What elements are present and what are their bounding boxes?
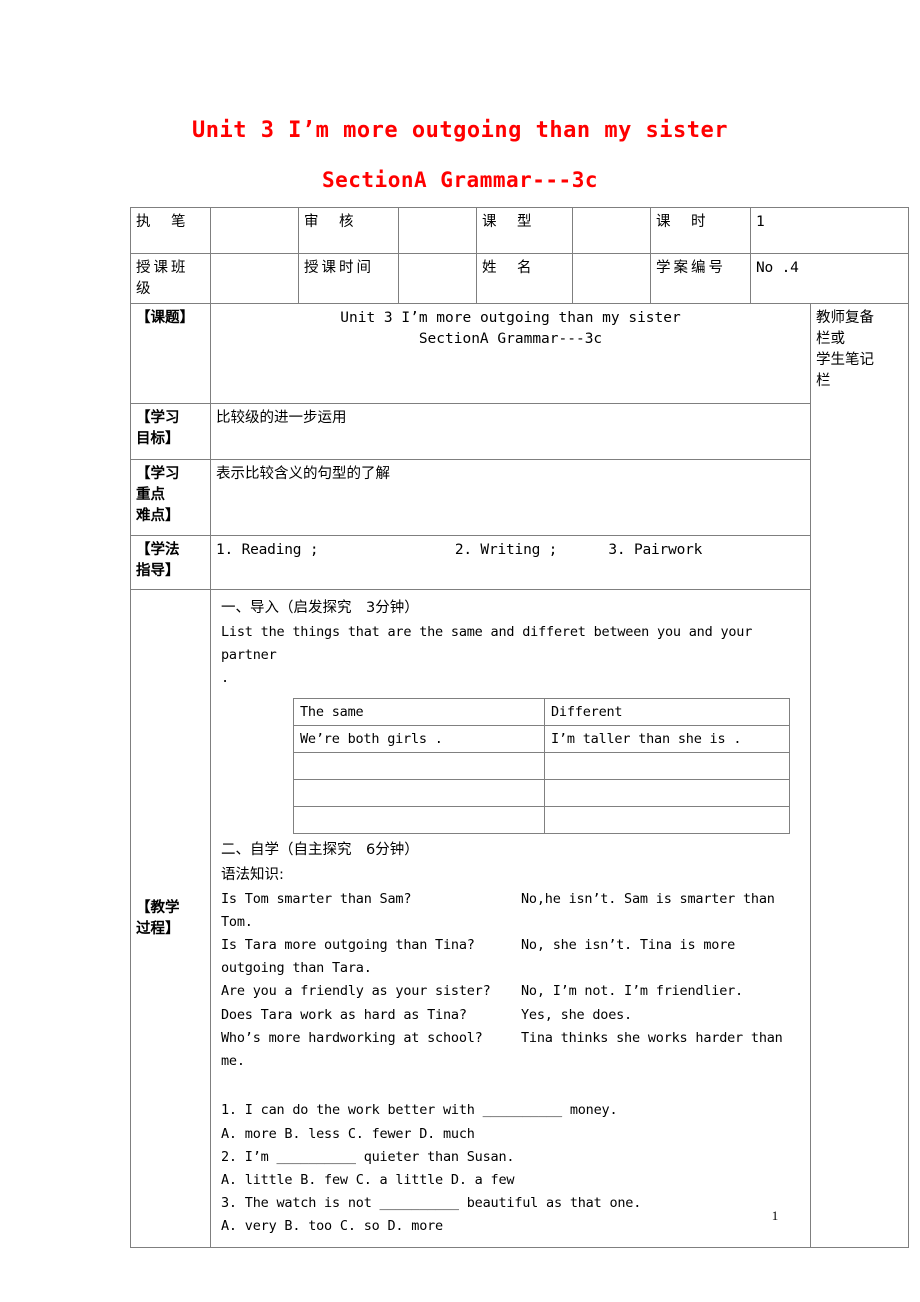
- page-number: 1: [0, 1208, 920, 1224]
- cell-teach-time-value[interactable]: [398, 252, 477, 305]
- cell-methods-content: 1. Reading ; 2. Writing ; 3. Pairwork: [210, 535, 811, 591]
- table-row: We’re both girls . I’m taller than she i…: [293, 725, 790, 754]
- qa-item: Is Tara more outgoing than Tina? No, she …: [221, 934, 802, 980]
- row-label-objective-l2: 目标】: [136, 431, 180, 448]
- section-heading-selfstudy: 二、自学（自主探究 6分钟）: [221, 842, 419, 859]
- table-row: The same Different: [293, 698, 790, 727]
- lesson-plan-table: 执 笔 审 核 课 型 课 时 1 授课班级 授课时间 姓 名 学案编号 No …: [130, 207, 909, 1248]
- inner-cell-same-2[interactable]: [293, 752, 545, 781]
- topic-line1: Unit 3 I’m more outgoing than my sister: [340, 310, 681, 327]
- cell-periods-value[interactable]: 1: [750, 207, 909, 254]
- section-intro-text: List the things that are the same and di…: [221, 623, 761, 663]
- inner-cell-different-3[interactable]: [544, 779, 790, 808]
- qa-item: Is Tom smarter than Sam? No,he isn’t. Sam…: [221, 888, 802, 934]
- inner-cell-same-4[interactable]: [293, 806, 545, 835]
- cell-class-label: 授课班级: [130, 252, 211, 305]
- document-page: Unit 3 I’m more outgoing than my sister …: [0, 0, 920, 1302]
- inner-cell-different-4[interactable]: [544, 806, 790, 835]
- section-intro-text-tail: .: [221, 670, 229, 687]
- cell-plan-number-label: 学案编号: [650, 252, 751, 305]
- table-row: 授课班级 授课时间 姓 名 学案编号 No .4: [130, 252, 909, 305]
- row-label-topic-l1: 【课题】: [136, 310, 194, 327]
- cell-review-value[interactable]: [398, 207, 477, 254]
- row-label-process: 【教学 过程】: [130, 589, 211, 1248]
- cell-class-value[interactable]: [210, 252, 299, 305]
- row-label-keypoints-l1: 【学习: [136, 466, 180, 483]
- same-different-table: The same Different We’re both girls . I’…: [293, 698, 790, 835]
- page-number-value: 1: [771, 1208, 779, 1223]
- exercise-1-stem: 1. I can do the work better with _______…: [221, 1102, 618, 1119]
- cell-student-name-label: 姓 名: [476, 252, 573, 305]
- cell-keypoints-content: 表示比较含义的句型的了解: [210, 459, 811, 537]
- qa-list: Is Tom smarter than Sam? No,he isn’t. Sam…: [221, 888, 802, 1074]
- cell-student-name-value[interactable]: [572, 252, 651, 305]
- inner-cell-different-1[interactable]: I’m taller than she is .: [544, 725, 790, 754]
- notes-column: 教师复备 栏或 学生笔记 栏: [810, 303, 909, 1248]
- table-row: [293, 806, 790, 835]
- row-label-process-l2: 过程】: [136, 920, 180, 937]
- row-label-objective-l1: 【学习: [136, 410, 180, 427]
- table-row-keypoints: 【学习 重点 难点】 表示比较含义的句型的了解: [130, 459, 909, 537]
- row-label-objective: 【学习 目标】: [130, 403, 211, 461]
- qa-question: Is Tara more outgoing than Tina?: [221, 937, 475, 954]
- table-row-methods: 【学法 指导】 1. Reading ; 2. Writing ; 3. Pai…: [130, 535, 909, 591]
- page-title-line1: Unit 3 I’m more outgoing than my sister: [191, 118, 729, 143]
- cell-author-value[interactable]: [210, 207, 299, 254]
- inner-cell-same-3[interactable]: [293, 779, 545, 808]
- cell-author-label: 执 笔: [130, 207, 211, 254]
- qa-answer: No, I’m not. I’m friendlier.: [521, 983, 743, 1000]
- row-label-topic: 【课题】: [130, 303, 211, 405]
- row-label-keypoints-l2: 重点: [136, 487, 165, 504]
- row-label-keypoints-l3: 难点】: [136, 508, 180, 525]
- cell-periods-label: 课 时: [650, 207, 751, 254]
- qa-item: Who’s more hardworking at school? Tina th…: [221, 1027, 802, 1073]
- table-row-objective: 【学习 目标】 比较级的进一步运用: [130, 403, 909, 461]
- cell-lesson-type-value[interactable]: [572, 207, 651, 254]
- row-label-methods: 【学法 指导】: [130, 535, 211, 591]
- row-label-methods-l2: 指导】: [136, 563, 180, 580]
- table-row: 执 笔 审 核 课 型 课 时 1: [130, 207, 909, 254]
- exercise-2-stem: 2. I’m __________ quieter than Susan.: [221, 1148, 515, 1165]
- notes-line-3: 学生笔记: [816, 352, 874, 369]
- cell-topic-content: Unit 3 I’m more outgoing than my sister …: [210, 303, 811, 405]
- table-row-topic: 【课题】 Unit 3 I’m more outgoing than my si…: [130, 303, 909, 1248]
- exercise-2-options[interactable]: A. little B. few C. a little D. a few: [221, 1169, 802, 1192]
- notes-line-2: 栏或: [816, 331, 845, 348]
- qa-answer: Yes, she does.: [521, 1006, 632, 1023]
- qa-question: Who’s more hardworking at school?: [221, 1029, 483, 1046]
- section-subheading-grammar: 语法知识:: [221, 866, 284, 883]
- inner-header-different: Different: [544, 698, 790, 727]
- cell-lesson-type-label: 课 型: [476, 207, 573, 254]
- cell-objective-content: 比较级的进一步运用: [210, 403, 811, 461]
- exercise-1-options[interactable]: A. more B. less C. fewer D. much: [221, 1123, 802, 1146]
- table-row: [293, 779, 790, 808]
- qa-item: Does Tara work as hard as Tina? Yes, she …: [221, 1004, 802, 1027]
- row-label-process-l1: 【教学: [136, 899, 180, 916]
- cell-process-content: 一、导入（启发探究 3分钟） List the things that are …: [210, 589, 811, 1248]
- topic-line2: SectionA Grammar---3c: [418, 331, 603, 348]
- notes-line-4: 栏: [816, 373, 831, 390]
- inner-header-same: The same: [293, 698, 545, 727]
- cell-review-label: 审 核: [298, 207, 399, 254]
- page-title-line2: SectionA Grammar---3c: [321, 168, 598, 192]
- cell-plan-number-value[interactable]: No .4: [750, 252, 909, 305]
- cell-teach-time-label: 授课时间: [298, 252, 399, 305]
- notes-line-1: 教师复备: [816, 310, 874, 327]
- qa-question: Is Tom smarter than Sam?: [221, 890, 412, 907]
- table-row-process: 【教学 过程】 一、导入（启发探究 3分钟） List the things t…: [130, 589, 909, 1248]
- inner-cell-same-1[interactable]: We’re both girls .: [293, 725, 545, 754]
- qa-question: Are you a friendly as your sister?: [221, 983, 491, 1000]
- section-heading-intro: 一、导入（启发探究 3分钟）: [221, 600, 419, 617]
- inner-cell-different-2[interactable]: [544, 752, 790, 781]
- row-label-methods-l1: 【学法: [136, 542, 180, 559]
- table-row: [293, 752, 790, 781]
- qa-question: Does Tara work as hard as Tina?: [221, 1006, 467, 1023]
- qa-item: Are you a friendly as your sister? No, I’…: [221, 980, 802, 1003]
- blank-spacer: [221, 1073, 802, 1099]
- row-label-keypoints: 【学习 重点 难点】: [130, 459, 211, 537]
